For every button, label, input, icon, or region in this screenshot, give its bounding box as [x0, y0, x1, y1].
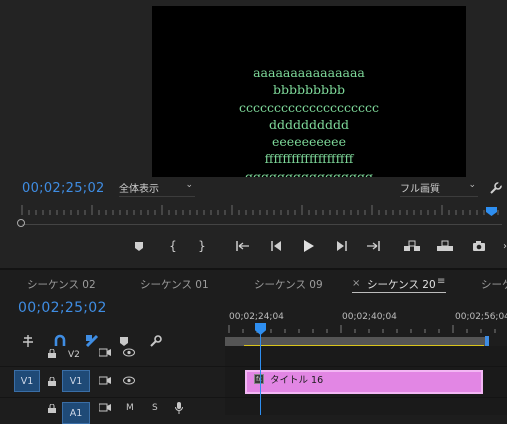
- go-to-out-icon: [367, 241, 380, 251]
- sync-lock-icon[interactable]: [98, 348, 111, 360]
- more-controls-button[interactable]: ›: [496, 237, 507, 255]
- title-text-block: aaaaaaaaaaaaaaa bbbbbbbbb cccccccccccccc…: [152, 64, 466, 177]
- tab-sequence-01[interactable]: シーケンス 01: [140, 277, 209, 292]
- track-header-v2: V2: [0, 346, 225, 366]
- tab-sequence-20[interactable]: シーケンス 20: [367, 277, 436, 292]
- add-marker-button[interactable]: [130, 237, 148, 255]
- clip-label: タイトル 16: [270, 375, 324, 386]
- close-icon[interactable]: ×: [352, 278, 360, 289]
- ruler-label: 00;02;24;04: [229, 312, 284, 322]
- ruler-ticks: [228, 325, 496, 333]
- track-target-v1[interactable]: V1: [62, 370, 90, 392]
- title-line: bbbbbbbbb: [272, 82, 345, 98]
- solo-button[interactable]: S: [152, 403, 158, 413]
- monitor-timecode[interactable]: 00;02;25;02: [22, 181, 105, 196]
- title-clip[interactable]: fx タイトル 16: [245, 370, 483, 394]
- track-lane-v2[interactable]: [225, 346, 507, 366]
- camera-icon: [473, 240, 485, 251]
- eye-icon[interactable]: [123, 348, 135, 360]
- ruler-label: 00;02;56;04: [455, 312, 507, 322]
- monitor-time-ruler[interactable]: [14, 203, 504, 215]
- sync-lock-icon[interactable]: [98, 376, 111, 388]
- mark-in-icon: {: [169, 239, 177, 253]
- marker-icon: [135, 241, 143, 251]
- timeline-time-ruler[interactable]: 00;02;24;04 00;02;40;04 00;02;56;04: [225, 312, 507, 338]
- play-button[interactable]: [299, 237, 317, 255]
- step-forward-button[interactable]: [332, 237, 350, 255]
- quality-label: フル画質: [400, 184, 440, 195]
- go-to-in-icon: [236, 241, 249, 251]
- overwrite-icon: [437, 240, 453, 251]
- timeline-timecode[interactable]: 00;02;25;02: [18, 300, 107, 316]
- mute-button[interactable]: M: [126, 403, 134, 413]
- go-to-in-button[interactable]: [234, 237, 252, 255]
- tab-sequence-overflow[interactable]: シーケ: [481, 277, 507, 292]
- mark-in-button[interactable]: {: [164, 237, 182, 255]
- wrench-icon[interactable]: [489, 180, 503, 194]
- timeline-panel: シーケンス 02 シーケンス 01 シーケンス 09 × シーケンス 20 ≡ …: [0, 268, 507, 424]
- title-line: dddddddddd: [268, 116, 350, 132]
- export-frame-button[interactable]: [470, 237, 488, 255]
- video-preview[interactable]: aaaaaaaaaaaaaaa bbbbbbbbb cccccccccccccc…: [152, 6, 466, 177]
- active-tab-indicator: [352, 292, 446, 293]
- monitor-scrub-bar[interactable]: [22, 224, 502, 225]
- overflow-icon: ›: [503, 240, 507, 252]
- lock-icon[interactable]: [48, 376, 56, 389]
- track-label-v2: V2: [68, 350, 80, 360]
- insert-icon: [404, 240, 420, 251]
- sync-lock-icon[interactable]: [98, 403, 111, 415]
- lock-icon[interactable]: [48, 348, 56, 361]
- title-line: eeeeeeeeee: [272, 134, 346, 150]
- track-lane-a1[interactable]: [225, 398, 507, 415]
- program-monitor: aaaaaaaaaaaaaaa bbbbbbbbb cccccccccccccc…: [0, 0, 507, 268]
- sequence-tab-bar: シーケンス 02 シーケンス 01 シーケンス 09 × シーケンス 20 ≡ …: [0, 270, 507, 294]
- tab-sequence-02[interactable]: シーケンス 02: [27, 277, 96, 292]
- insert-button[interactable]: [403, 237, 421, 255]
- title-line: cccccccccccccccccccc: [238, 99, 379, 115]
- title-line: gggggggggggggggg: [244, 168, 374, 177]
- lock-icon[interactable]: [48, 403, 56, 416]
- playback-quality-select[interactable]: フル画質 ⌄: [400, 180, 478, 197]
- step-back-button[interactable]: [267, 237, 285, 255]
- play-icon: [303, 240, 314, 252]
- chevron-down-icon: ⌄: [185, 180, 193, 190]
- source-patch-v1[interactable]: V1: [14, 370, 40, 392]
- overwrite-button[interactable]: [436, 237, 454, 255]
- mark-out-icon: }: [198, 239, 206, 253]
- eye-icon[interactable]: [123, 376, 135, 388]
- playhead-line: [260, 333, 261, 415]
- track-target-a1[interactable]: A1: [62, 402, 90, 424]
- title-line: aaaaaaaaaaaaaaa: [253, 65, 365, 80]
- title-line: ffffffffffffffffffff: [264, 151, 354, 167]
- zoom-level-label: 全体表示: [119, 184, 159, 195]
- step-forward-icon: [336, 241, 347, 251]
- go-to-out-button[interactable]: [364, 237, 382, 255]
- zoom-level-select[interactable]: 全体表示 ⌄: [119, 180, 195, 197]
- track-header-a1: A1 M S: [0, 398, 225, 424]
- fx-icon: fx: [254, 374, 264, 384]
- step-back-icon: [270, 241, 281, 251]
- microphone-icon[interactable]: [175, 402, 183, 417]
- ruler-label: 00;02;40;04: [342, 312, 397, 322]
- chevron-down-icon: ⌄: [468, 180, 476, 190]
- tab-menu-icon[interactable]: ≡: [437, 276, 445, 287]
- track-header-v1: V1 V1: [0, 367, 225, 397]
- tab-sequence-09[interactable]: シーケンス 09: [254, 277, 323, 292]
- scrub-start-handle[interactable]: [17, 219, 25, 227]
- mark-out-button[interactable]: }: [193, 237, 211, 255]
